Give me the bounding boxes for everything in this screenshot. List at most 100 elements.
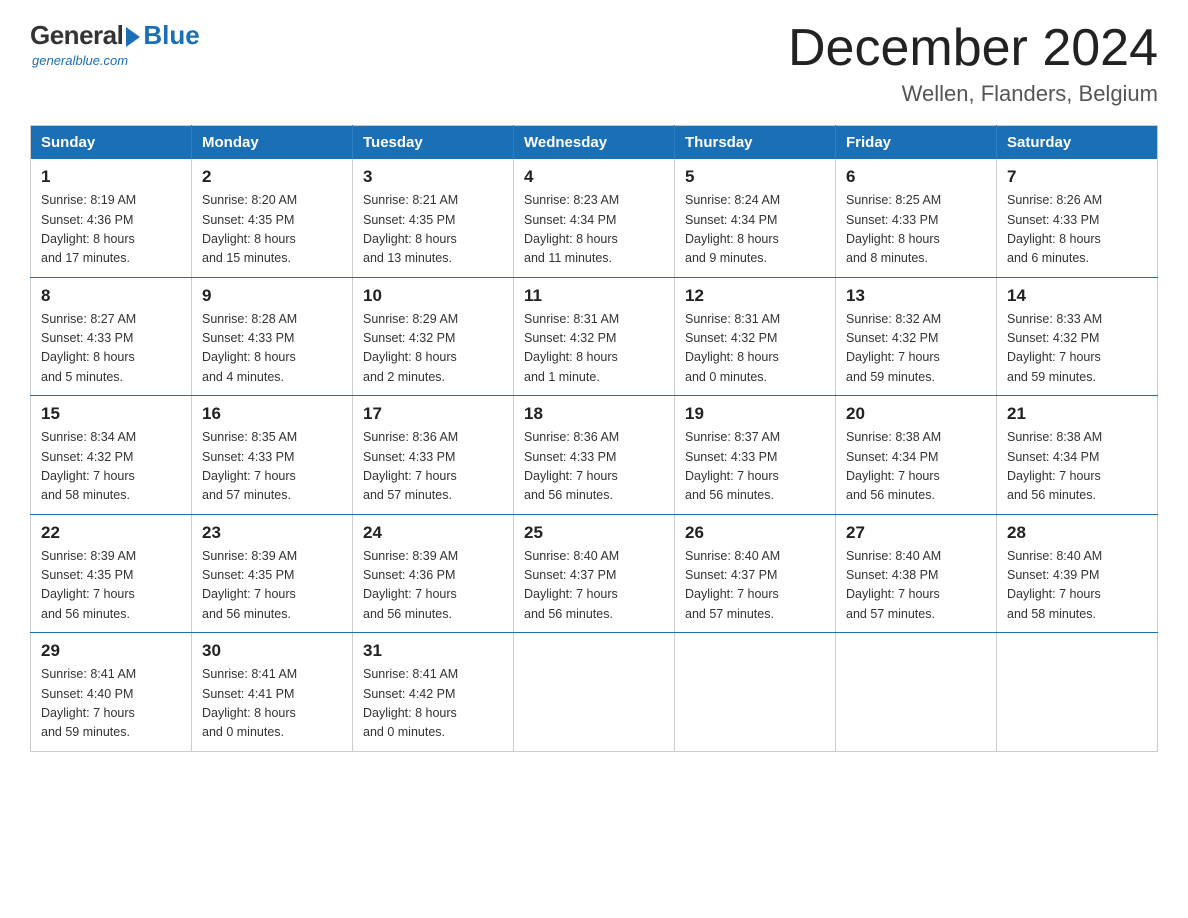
calendar-day-cell: 27Sunrise: 8:40 AMSunset: 4:38 PMDayligh… xyxy=(836,514,997,633)
day-number: 3 xyxy=(363,167,503,187)
day-info: Sunrise: 8:39 AMSunset: 4:35 PMDaylight:… xyxy=(202,547,342,625)
calendar-day-cell xyxy=(514,633,675,752)
calendar-day-cell: 28 Sunrise: 8:40 AMSunset: 4:39 PMDayligh… xyxy=(997,514,1158,633)
day-info: Sunrise: 8:41 AMSunset: 4:40 PMDaylight:… xyxy=(41,665,181,743)
day-info: Sunrise: 8:39 AMSunset: 4:35 PMDaylight:… xyxy=(41,547,181,625)
calendar-day-cell xyxy=(675,633,836,752)
day-info: Sunrise: 8:39 AMSunset: 4:36 PMDaylight:… xyxy=(363,547,503,625)
day-number: 11 xyxy=(524,286,664,306)
calendar-day-cell: 19 Sunrise: 8:37 AMSunset: 4:33 PMDayligh… xyxy=(675,396,836,515)
title-block: December 2024 Wellen, Flanders, Belgium xyxy=(788,20,1158,107)
day-number: 24 xyxy=(363,523,503,543)
day-info: Sunrise: 8:31 AMSunset: 4:32 PMDaylight:… xyxy=(685,310,825,388)
calendar-day-cell: 20Sunrise: 8:38 AMSunset: 4:34 PMDayligh… xyxy=(836,396,997,515)
day-number: 19 xyxy=(685,404,825,424)
day-info: Sunrise: 8:36 AMSunset: 4:33 PMDaylight:… xyxy=(363,428,503,506)
day-number: 6 xyxy=(846,167,986,187)
calendar-column-header: Monday xyxy=(192,126,353,160)
day-number: 8 xyxy=(41,286,181,306)
day-info: Sunrise: 8:41 AMSunset: 4:41 PMDaylight:… xyxy=(202,665,342,743)
page-header: General Blue generalblue.com December 20… xyxy=(30,20,1158,107)
day-info: Sunrise: 8:36 AMSunset: 4:33 PMDaylight:… xyxy=(524,428,664,506)
calendar-day-cell: 2 Sunrise: 8:20 AMSunset: 4:35 PMDaylight… xyxy=(192,159,353,277)
day-number: 23 xyxy=(202,523,342,543)
day-number: 14 xyxy=(1007,286,1147,306)
calendar-day-cell: 9Sunrise: 8:28 AMSunset: 4:33 PMDaylight… xyxy=(192,277,353,396)
calendar-day-cell: 3 Sunrise: 8:21 AMSunset: 4:35 PMDaylight… xyxy=(353,159,514,277)
day-number: 21 xyxy=(1007,404,1147,424)
day-info: Sunrise: 8:19 AMSunset: 4:36 PMDaylight:… xyxy=(41,191,181,269)
calendar-subtitle: Wellen, Flanders, Belgium xyxy=(788,81,1158,107)
day-info: Sunrise: 8:31 AMSunset: 4:32 PMDaylight:… xyxy=(524,310,664,388)
day-number: 29 xyxy=(41,641,181,661)
day-number: 26 xyxy=(685,523,825,543)
calendar-column-header: Tuesday xyxy=(353,126,514,160)
calendar-day-cell: 7Sunrise: 8:26 AMSunset: 4:33 PMDaylight… xyxy=(997,159,1158,277)
calendar-column-header: Friday xyxy=(836,126,997,160)
calendar-column-header: Saturday xyxy=(997,126,1158,160)
day-info: Sunrise: 8:29 AMSunset: 4:32 PMDaylight:… xyxy=(363,310,503,388)
calendar-day-cell: 1Sunrise: 8:19 AMSunset: 4:36 PMDaylight… xyxy=(31,159,192,277)
day-number: 27 xyxy=(846,523,986,543)
day-number: 5 xyxy=(685,167,825,187)
day-info: Sunrise: 8:25 AMSunset: 4:33 PMDaylight:… xyxy=(846,191,986,269)
day-number: 4 xyxy=(524,167,664,187)
day-number: 12 xyxy=(685,286,825,306)
calendar-day-cell: 10 Sunrise: 8:29 AMSunset: 4:32 PMDayligh… xyxy=(353,277,514,396)
logo: General Blue generalblue.com xyxy=(30,20,200,68)
calendar-day-cell: 22Sunrise: 8:39 AMSunset: 4:35 PMDayligh… xyxy=(31,514,192,633)
calendar-week-row: 29 Sunrise: 8:41 AMSunset: 4:40 PMDayligh… xyxy=(31,633,1158,752)
day-number: 13 xyxy=(846,286,986,306)
day-number: 17 xyxy=(363,404,503,424)
calendar-day-cell: 18 Sunrise: 8:36 AMSunset: 4:33 PMDayligh… xyxy=(514,396,675,515)
day-info: Sunrise: 8:27 AMSunset: 4:33 PMDaylight:… xyxy=(41,310,181,388)
day-number: 15 xyxy=(41,404,181,424)
day-info: Sunrise: 8:26 AMSunset: 4:33 PMDaylight:… xyxy=(1007,191,1147,269)
logo-tagline: generalblue.com xyxy=(32,53,128,68)
calendar-day-cell: 5 Sunrise: 8:24 AMSunset: 4:34 PMDaylight… xyxy=(675,159,836,277)
calendar-day-cell: 23 Sunrise: 8:39 AMSunset: 4:35 PMDayligh… xyxy=(192,514,353,633)
day-info: Sunrise: 8:40 AMSunset: 4:37 PMDaylight:… xyxy=(524,547,664,625)
calendar-day-cell: 29 Sunrise: 8:41 AMSunset: 4:40 PMDayligh… xyxy=(31,633,192,752)
calendar-week-row: 22Sunrise: 8:39 AMSunset: 4:35 PMDayligh… xyxy=(31,514,1158,633)
calendar-header-row: SundayMondayTuesdayWednesdayThursdayFrid… xyxy=(31,126,1158,160)
day-info: Sunrise: 8:21 AMSunset: 4:35 PMDaylight:… xyxy=(363,191,503,269)
day-info: Sunrise: 8:40 AMSunset: 4:37 PMDaylight:… xyxy=(685,547,825,625)
calendar-column-header: Thursday xyxy=(675,126,836,160)
day-info: Sunrise: 8:33 AMSunset: 4:32 PMDaylight:… xyxy=(1007,310,1147,388)
calendar-day-cell: 8 Sunrise: 8:27 AMSunset: 4:33 PMDaylight… xyxy=(31,277,192,396)
calendar-week-row: 15 Sunrise: 8:34 AMSunset: 4:32 PMDayligh… xyxy=(31,396,1158,515)
calendar-day-cell: 30 Sunrise: 8:41 AMSunset: 4:41 PMDayligh… xyxy=(192,633,353,752)
calendar-day-cell: 26 Sunrise: 8:40 AMSunset: 4:37 PMDayligh… xyxy=(675,514,836,633)
day-info: Sunrise: 8:40 AMSunset: 4:39 PMDaylight:… xyxy=(1007,547,1147,625)
day-info: Sunrise: 8:20 AMSunset: 4:35 PMDaylight:… xyxy=(202,191,342,269)
day-number: 31 xyxy=(363,641,503,661)
logo-arrow-icon xyxy=(126,27,140,47)
calendar-day-cell: 13 Sunrise: 8:32 AMSunset: 4:32 PMDayligh… xyxy=(836,277,997,396)
day-info: Sunrise: 8:35 AMSunset: 4:33 PMDaylight:… xyxy=(202,428,342,506)
calendar-day-cell: 14 Sunrise: 8:33 AMSunset: 4:32 PMDayligh… xyxy=(997,277,1158,396)
calendar-week-row: 1Sunrise: 8:19 AMSunset: 4:36 PMDaylight… xyxy=(31,159,1158,277)
calendar-week-row: 8 Sunrise: 8:27 AMSunset: 4:33 PMDaylight… xyxy=(31,277,1158,396)
day-number: 10 xyxy=(363,286,503,306)
day-number: 2 xyxy=(202,167,342,187)
calendar-day-cell: 12 Sunrise: 8:31 AMSunset: 4:32 PMDayligh… xyxy=(675,277,836,396)
day-number: 30 xyxy=(202,641,342,661)
day-info: Sunrise: 8:24 AMSunset: 4:34 PMDaylight:… xyxy=(685,191,825,269)
day-info: Sunrise: 8:34 AMSunset: 4:32 PMDaylight:… xyxy=(41,428,181,506)
day-number: 18 xyxy=(524,404,664,424)
calendar-day-cell: 31 Sunrise: 8:41 AMSunset: 4:42 PMDayligh… xyxy=(353,633,514,752)
calendar-day-cell: 4 Sunrise: 8:23 AMSunset: 4:34 PMDaylight… xyxy=(514,159,675,277)
calendar-column-header: Wednesday xyxy=(514,126,675,160)
day-info: Sunrise: 8:28 AMSunset: 4:33 PMDaylight:… xyxy=(202,310,342,388)
day-number: 16 xyxy=(202,404,342,424)
calendar-day-cell: 6 Sunrise: 8:25 AMSunset: 4:33 PMDaylight… xyxy=(836,159,997,277)
day-info: Sunrise: 8:37 AMSunset: 4:33 PMDaylight:… xyxy=(685,428,825,506)
day-info: Sunrise: 8:32 AMSunset: 4:32 PMDaylight:… xyxy=(846,310,986,388)
calendar-day-cell: 24 Sunrise: 8:39 AMSunset: 4:36 PMDayligh… xyxy=(353,514,514,633)
calendar-day-cell: 21Sunrise: 8:38 AMSunset: 4:34 PMDayligh… xyxy=(997,396,1158,515)
day-info: Sunrise: 8:41 AMSunset: 4:42 PMDaylight:… xyxy=(363,665,503,743)
calendar-day-cell xyxy=(836,633,997,752)
day-number: 28 xyxy=(1007,523,1147,543)
day-info: Sunrise: 8:23 AMSunset: 4:34 PMDaylight:… xyxy=(524,191,664,269)
